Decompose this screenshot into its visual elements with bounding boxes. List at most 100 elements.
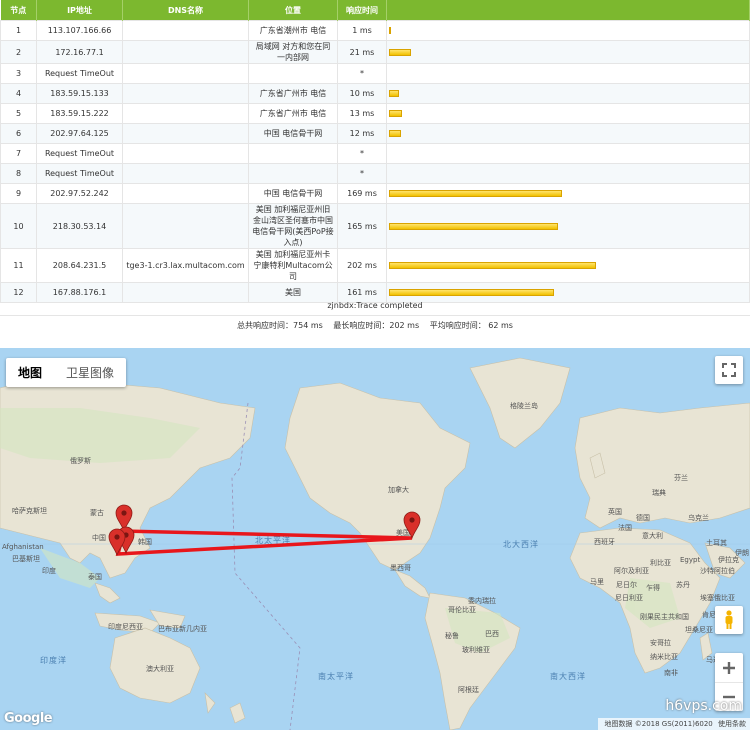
summary-avg: 平均响应时间： 62 ms (429, 321, 513, 330)
dns-cell (122, 63, 249, 84)
location-cell: 广东省潮州市 电信 (248, 20, 338, 41)
response-bar-cell (386, 143, 750, 164)
hop-cell: 6 (0, 123, 37, 144)
fullscreen-button[interactable] (715, 356, 743, 384)
response-bar (389, 110, 402, 117)
zoom-in-button[interactable] (715, 654, 743, 683)
location-cell (248, 143, 338, 164)
dns-cell (122, 143, 249, 164)
table-row: 5 183.59.15.222 广东省广州市 电信 13 ms (0, 103, 750, 124)
fullscreen-icon (722, 363, 736, 377)
time-cell: * (337, 163, 387, 184)
dns-cell (122, 163, 249, 184)
location-cell: 局域网 对方和您在同一内部网 (248, 40, 338, 64)
response-bar-cell (386, 40, 750, 64)
map-type-satellite-button[interactable]: 卫星图像 (54, 358, 126, 387)
header-bar (386, 0, 750, 21)
trace-summary: 总共响应时间：754 ms 最长响应时间：202 ms 平均响应时间： 62 m… (0, 316, 750, 335)
route-overlay (108, 504, 421, 557)
dns-cell (122, 123, 249, 144)
response-bar-cell (386, 103, 750, 124)
table-body: 1 113.107.166.66 广东省潮州市 电信 1 ms 2 172.16.77.1… (0, 20, 750, 303)
time-cell: 165 ms (337, 203, 387, 249)
ip-cell: Request TimeOut (36, 163, 123, 184)
plus-icon (723, 661, 735, 674)
table-row: 6 202.97.64.125 中国 电信骨干网 12 ms (0, 123, 750, 144)
hop-cell: 3 (0, 63, 37, 84)
dns-cell (122, 183, 249, 204)
header-hop: 节点 (0, 0, 37, 21)
response-bar (389, 222, 558, 230)
hop-cell: 11 (0, 248, 37, 283)
terms-link[interactable]: 使用条款 (718, 720, 746, 728)
ip-cell: 183.59.15.133 (36, 83, 123, 104)
response-bar (389, 48, 411, 56)
table-row: 11 208.64.231.5 tge3-1.cr3.lax.multacom.co… (0, 248, 750, 283)
table-row: 4 183.59.15.133 广东省广州市 电信 10 ms (0, 83, 750, 104)
response-bar-cell (386, 203, 750, 249)
header-ip: IP地址 (36, 0, 123, 21)
ip-cell: 202.97.64.125 (36, 123, 123, 144)
ip-cell: Request TimeOut (36, 63, 123, 84)
street-view-button[interactable] (715, 606, 743, 634)
table-row: 9 202.97.52.242 中国 电信骨干网 169 ms (0, 183, 750, 204)
hop-cell: 8 (0, 163, 37, 184)
hop-cell: 9 (0, 183, 37, 204)
location-cell: 中国 电信骨干网 (248, 183, 338, 204)
dns-cell (122, 203, 249, 249)
location-cell: 广东省广州市 电信 (248, 103, 338, 124)
route-pin-icon[interactable] (108, 528, 126, 557)
map-type-map-button[interactable]: 地图 (6, 358, 54, 387)
hop-cell: 7 (0, 143, 37, 164)
location-cell: 广东省广州市 电信 (248, 83, 338, 104)
time-cell: * (337, 63, 387, 84)
time-cell: 13 ms (337, 103, 387, 124)
trace-table: 节点 IP地址 DNS名称 位置 响应时间 1 113.107.166.66 广东省… (0, 0, 750, 303)
time-cell: 202 ms (337, 248, 387, 283)
summary-max: 最长响应时间：202 ms (333, 321, 420, 330)
response-bar (389, 190, 562, 197)
trace-status: zjnbdx:Trace completed (0, 296, 750, 316)
hop-cell: 1 (0, 20, 37, 41)
trace-status-text: zjnbdx:Trace completed (327, 301, 423, 310)
location-cell (248, 163, 338, 184)
ip-cell: Request TimeOut (36, 143, 123, 164)
location-cell: 美国 加利福尼亚州旧金山湾区圣何塞市中国电信骨干网(美西PoP接入点) (248, 203, 338, 249)
summary-total: 总共响应时间：754 ms (237, 321, 323, 330)
table-row: 2 172.16.77.1 局域网 对方和您在同一内部网 21 ms (0, 40, 750, 64)
time-cell: 169 ms (337, 183, 387, 204)
response-bar-cell (386, 183, 750, 204)
time-cell: * (337, 143, 387, 164)
response-bar-cell (386, 163, 750, 184)
time-cell: 12 ms (337, 123, 387, 144)
location-cell (248, 63, 338, 84)
route-map[interactable]: 格陵兰岛 俄罗斯 哈萨克斯坦 蒙古 中国 韩国 泰国 Afghanistan 巴… (0, 348, 750, 730)
route-pin-icon[interactable] (403, 511, 421, 540)
response-bar (389, 130, 401, 137)
table-row: 8 Request TimeOut * (0, 163, 750, 184)
response-bar (389, 27, 391, 34)
hop-cell: 10 (0, 203, 37, 249)
time-cell: 10 ms (337, 83, 387, 104)
response-bar-cell (386, 248, 750, 283)
table-row: 1 113.107.166.66 广东省潮州市 电信 1 ms (0, 20, 750, 41)
hop-cell: 2 (0, 40, 37, 64)
dns-cell (122, 103, 249, 124)
header-location: 位置 (248, 0, 338, 21)
ip-cell: 202.97.52.242 (36, 183, 123, 204)
map-credits: 地图数据 ©2018 GS(2011)6020 使用条款 (597, 718, 750, 730)
response-bar-cell (386, 83, 750, 104)
response-bar-cell (386, 63, 750, 84)
map-data-credit: 地图数据 ©2018 GS(2011)6020 (604, 720, 713, 728)
response-bar (389, 90, 399, 97)
hop-cell: 5 (0, 103, 37, 124)
ip-cell: 183.59.15.222 (36, 103, 123, 124)
response-bar (389, 289, 554, 296)
location-cell: 美国 加利福尼亚州卡宁康特利Multacom公司 (248, 248, 338, 283)
pegman-icon (725, 610, 733, 629)
table-row: 10 218.30.53.14 美国 加利福尼亚州旧金山湾区圣何塞市中国电信骨干网(… (0, 203, 750, 249)
table-row: 7 Request TimeOut * (0, 143, 750, 164)
dns-cell: tge3-1.cr3.lax.multacom.com (122, 248, 249, 283)
time-cell: 21 ms (337, 40, 387, 64)
hop-cell: 4 (0, 83, 37, 104)
